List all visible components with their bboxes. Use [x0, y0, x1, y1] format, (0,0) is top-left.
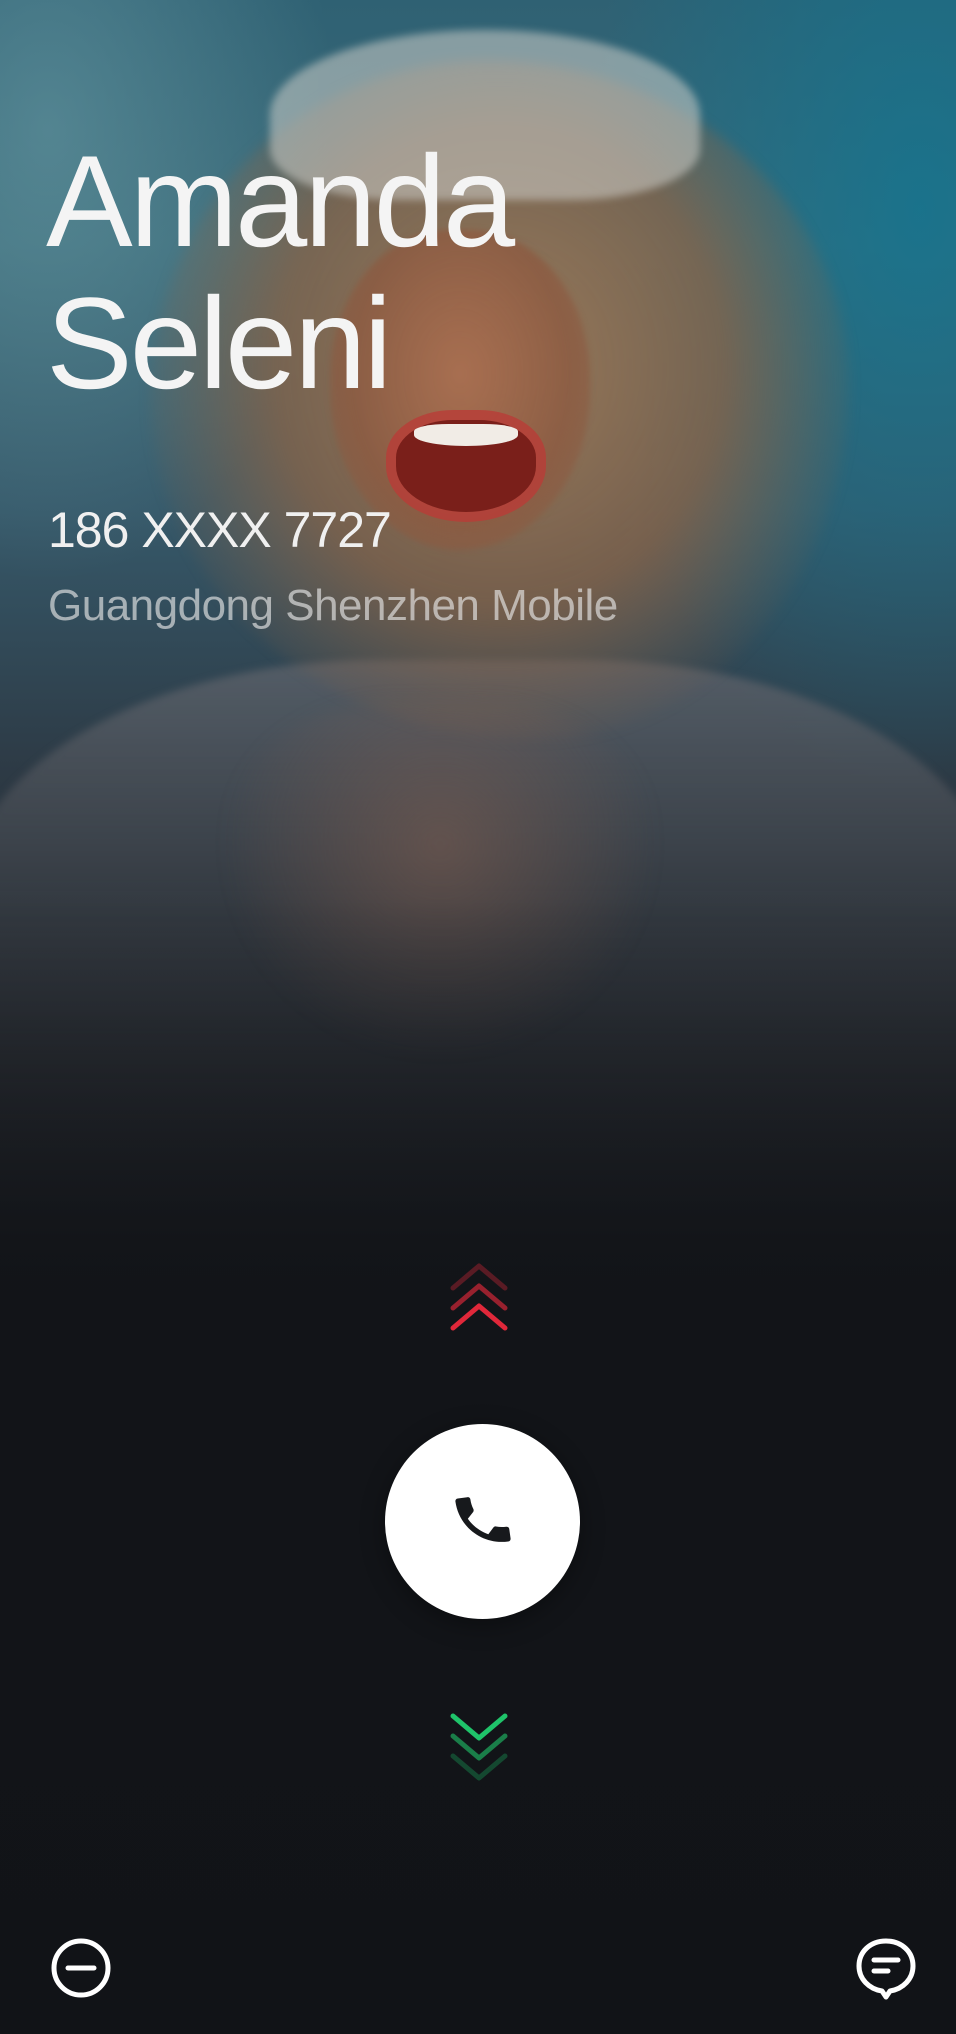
chevrons-up-icon — [448, 1258, 510, 1338]
photo-mouth — [396, 420, 536, 512]
minus-circle-button[interactable] — [49, 1936, 113, 2000]
caller-location: Guangdong Shenzhen Mobile — [48, 581, 618, 630]
reply-message-button[interactable] — [854, 1936, 918, 2000]
answer-call-button[interactable] — [385, 1424, 580, 1619]
message-bubble-icon — [854, 1938, 918, 2003]
chevrons-down-icon — [448, 1706, 510, 1786]
incoming-call-screen: Amanda Seleni 186 XXXX 7727 Guangdong Sh… — [0, 0, 956, 2034]
caller-number: 186 XXXX 7727 — [48, 502, 392, 558]
caller-name: Amanda Seleni — [46, 128, 515, 416]
minus-circle-icon — [49, 1938, 113, 2003]
phone-icon — [450, 1487, 516, 1556]
